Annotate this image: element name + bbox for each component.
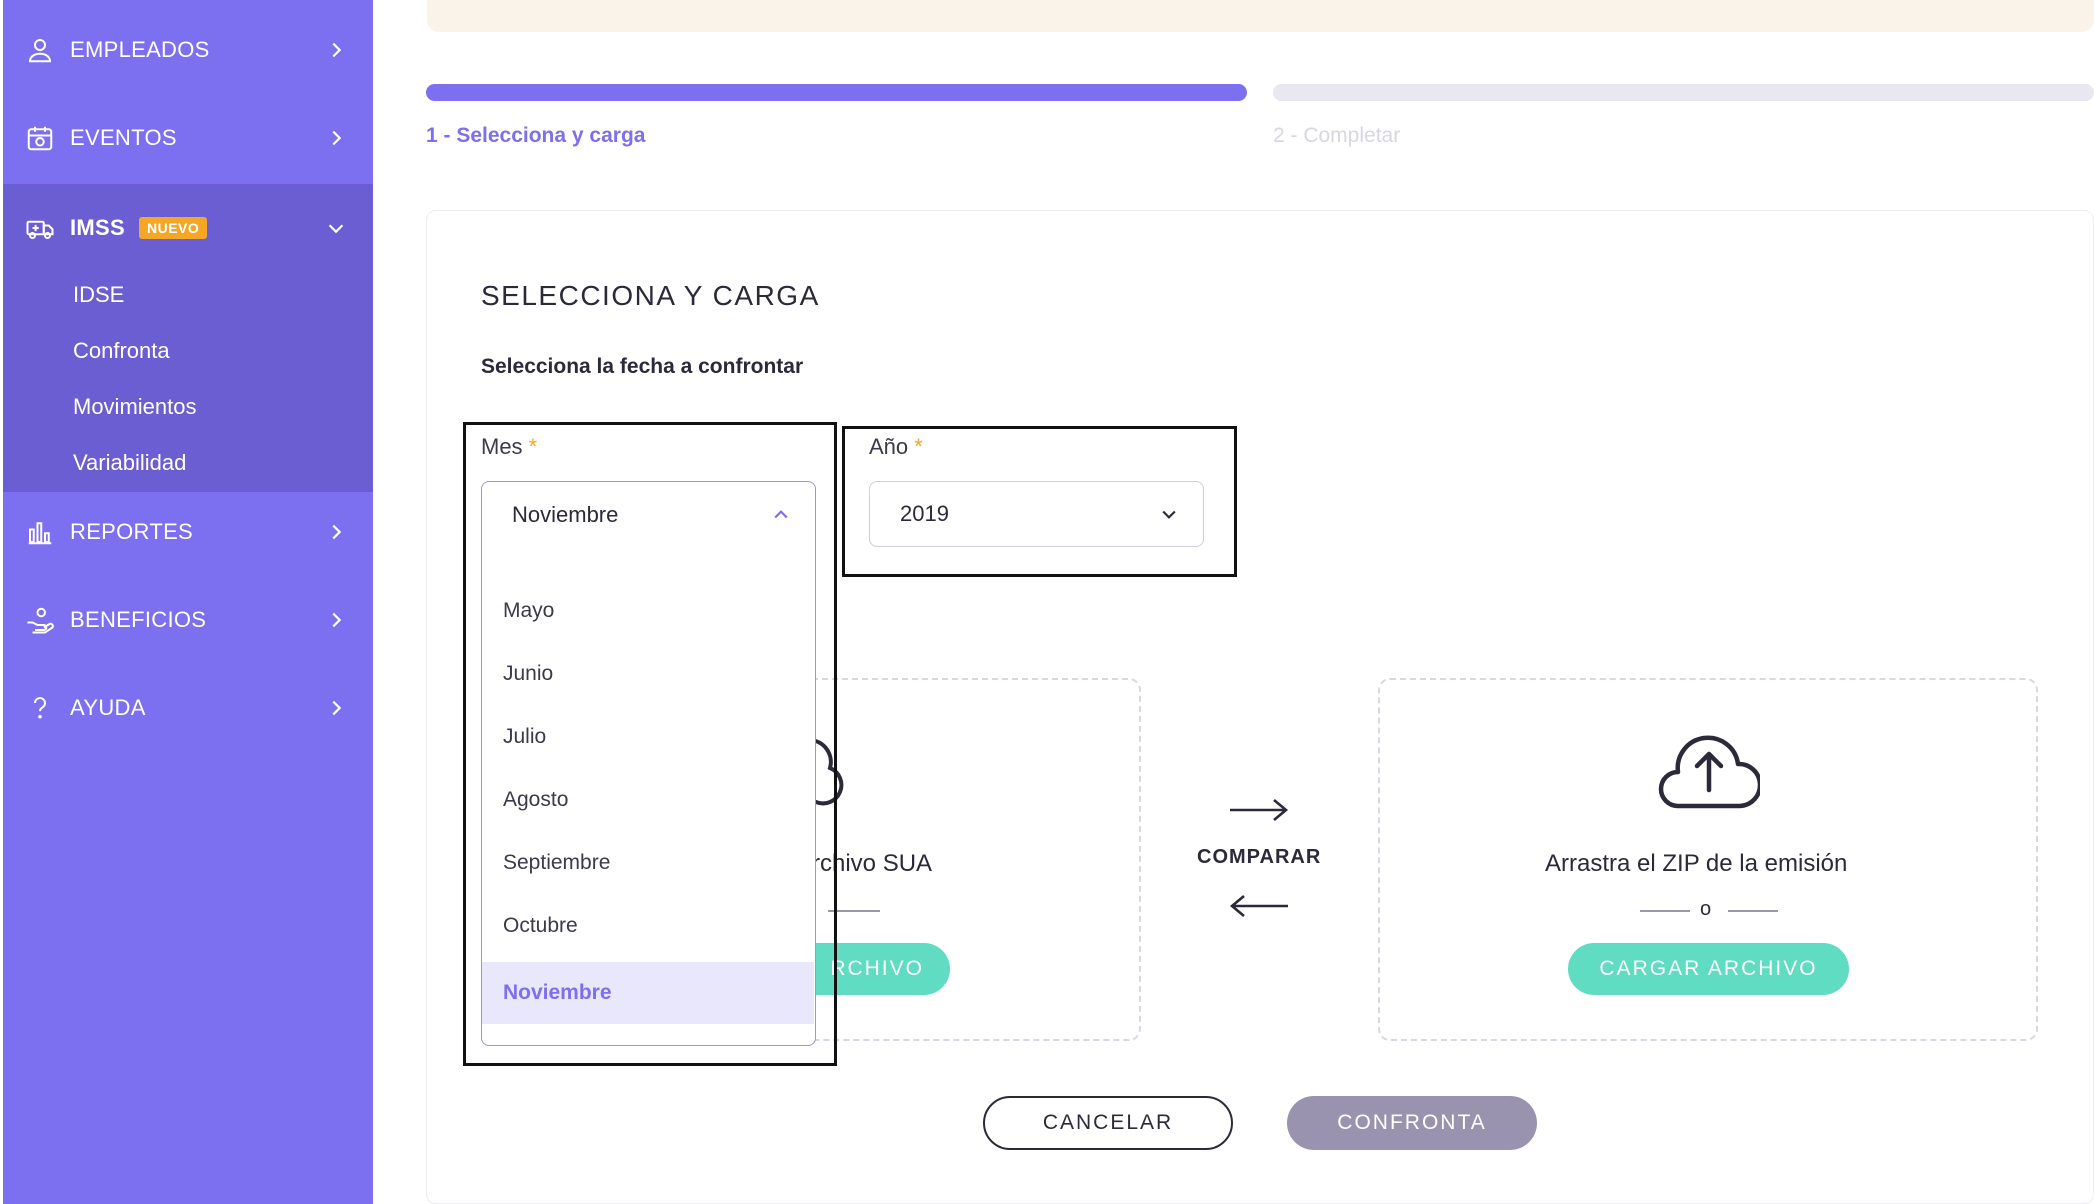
compare-label: COMPARAR	[1197, 846, 1322, 868]
month-option[interactable]: Agosto	[482, 769, 814, 831]
cloud-upload-icon	[1658, 735, 1760, 809]
chevron-down-icon	[328, 224, 344, 234]
sidebar-item-label: EVENTOS	[70, 125, 177, 150]
zip-upload-button[interactable]: CARGAR ARCHIVO	[1568, 943, 1849, 995]
arrow-right-icon	[1230, 799, 1289, 821]
month-option[interactable]: Junio	[482, 643, 814, 705]
zip-upload-button-label: CARGAR ARCHIVO	[1599, 957, 1818, 980]
step-2-label: 2 - Completar	[1273, 124, 1401, 147]
sidebar-item-ayuda[interactable]: AYUDA	[3, 664, 373, 752]
sidebar-subitem-confronta[interactable]: Confronta	[73, 338, 170, 364]
user-icon	[28, 39, 52, 63]
sidebar-item-imss[interactable]: IMSS NUEVO	[3, 184, 373, 272]
required-mark: *	[528, 434, 538, 459]
chevron-right-icon	[332, 524, 342, 540]
sidebar-subitem-variabilidad[interactable]: Variabilidad	[73, 450, 186, 476]
cancel-button[interactable]: CANCELAR	[983, 1096, 1233, 1150]
sidebar-item-label: EMPLEADOS	[70, 37, 210, 62]
step-1-progress-bar	[426, 84, 1247, 101]
calendar-icon	[27, 126, 53, 151]
arrow-left-icon	[1229, 895, 1288, 917]
card-title: SELECCIONA Y CARGA	[481, 280, 820, 311]
sidebar-item-label: BENEFICIOS	[70, 607, 207, 632]
step-1-label: 1 - Selecciona y carga	[426, 124, 646, 147]
confronta-button-label: CONFRONTA	[1337, 1111, 1487, 1134]
sidebar-item-eventos[interactable]: EVENTOS	[3, 94, 373, 182]
step-2-progress-bar	[1273, 84, 2094, 101]
question-icon	[34, 697, 46, 719]
year-select[interactable]: 2019	[869, 481, 1204, 547]
new-badge: NUEVO	[139, 217, 208, 239]
top-banner	[427, 0, 2094, 32]
month-label: Mes *	[481, 434, 538, 459]
month-option[interactable]: Mayo	[482, 580, 814, 642]
card-subtitle: Selecciona la fecha a confrontar	[481, 355, 804, 378]
sidebar-item-reportes[interactable]: REPORTES	[3, 488, 373, 576]
chevron-right-icon	[332, 42, 342, 58]
month-option-selected[interactable]: Noviembre	[482, 962, 814, 1024]
sidebar-subitem-idse[interactable]: IDSE	[73, 282, 124, 308]
month-option[interactable]: Julio	[482, 706, 814, 768]
chevron-right-icon	[332, 612, 342, 628]
sidebar-item-label: AYUDA	[70, 695, 146, 720]
chevron-down-icon	[1162, 510, 1176, 519]
sidebar: EMPLEADOS EVENTOS IMSS NUEVO IDSE Confron…	[3, 0, 373, 1204]
imss-section: IMSS NUEVO IDSE Confronta Movimientos Var…	[3, 184, 373, 492]
separator-or: o	[1700, 898, 1712, 920]
zip-drop-text: Arrastra el ZIP de la emisión	[1545, 850, 1848, 877]
month-option[interactable]: Septiembre	[482, 832, 814, 894]
sidebar-item-beneficios[interactable]: BENEFICIOS	[3, 576, 373, 664]
month-select[interactable]: Noviembre	[481, 481, 816, 547]
year-label: Año *	[869, 434, 923, 459]
bar-chart-icon	[28, 522, 52, 545]
year-select-value: 2019	[900, 501, 949, 526]
sidebar-item-empleados[interactable]: EMPLEADOS	[3, 6, 373, 94]
chevron-right-icon	[332, 700, 342, 716]
chevron-right-icon	[332, 130, 342, 146]
ambulance-icon	[26, 220, 54, 239]
separator-line	[1640, 910, 1690, 912]
sua-upload-button-label: RCHIVO	[830, 957, 924, 980]
cancel-button-label: CANCELAR	[1042, 1111, 1174, 1134]
separator-line	[1728, 910, 1778, 912]
month-option[interactable]: Octubre	[482, 895, 814, 957]
hand-heart-icon	[27, 607, 54, 634]
sidebar-item-label: REPORTES	[70, 519, 194, 544]
chevron-up-icon	[774, 509, 788, 518]
required-mark: *	[914, 434, 923, 459]
month-dropdown-list[interactable]: Abril Mayo Junio Julio Agosto Septiembre…	[481, 530, 816, 1046]
sidebar-item-label: IMSS	[70, 215, 125, 240]
sidebar-subitem-movimientos[interactable]: Movimientos	[73, 394, 196, 420]
month-select-value: Noviembre	[512, 501, 619, 527]
confronta-button[interactable]: CONFRONTA	[1287, 1096, 1537, 1150]
